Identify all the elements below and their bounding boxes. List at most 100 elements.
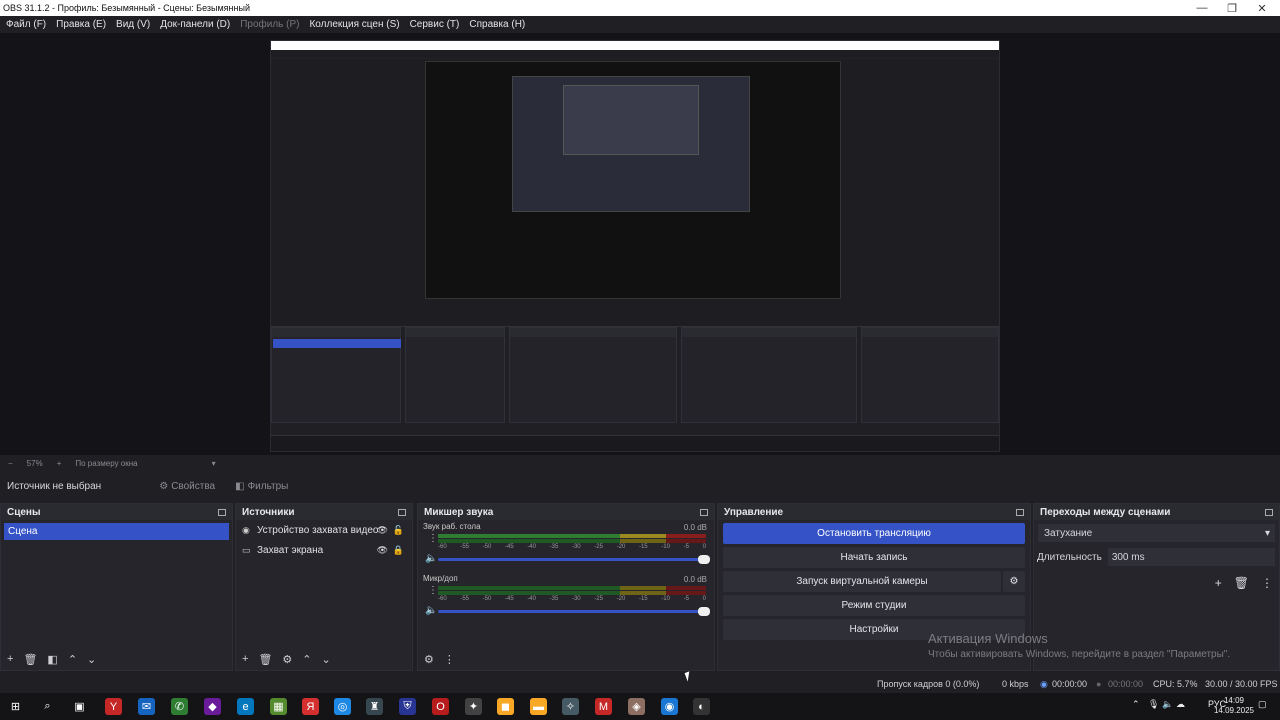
trash-icon[interactable]: 🗑 bbox=[23, 653, 37, 666]
search-icon[interactable]: ⌕ bbox=[39, 698, 56, 715]
scene-item[interactable]: Сцена bbox=[4, 523, 229, 540]
cloud-icon[interactable]: ☁ bbox=[1176, 699, 1185, 710]
trash-icon[interactable]: 🗑 bbox=[1234, 576, 1249, 590]
source-item[interactable]: ▭ Захват экрана 👁 🔒 bbox=[236, 540, 412, 560]
mic-icon[interactable]: 🎙 bbox=[1148, 699, 1159, 710]
stop-stream-button[interactable]: Остановить трансляцию bbox=[723, 523, 1025, 544]
yandex-icon[interactable]: Y bbox=[105, 698, 122, 715]
properties-button[interactable]: ⚙ Свойства bbox=[159, 481, 215, 492]
tray-chevron-icon[interactable]: ⌃ bbox=[1132, 699, 1140, 710]
unlock-icon[interactable]: 🔓 bbox=[393, 525, 404, 536]
app-icon[interactable]: ◈ bbox=[628, 698, 645, 715]
source-item[interactable]: ◉ Устройство захвата видео 👁 🔓 bbox=[236, 520, 412, 540]
move-down-icon[interactable]: ⌄ bbox=[87, 653, 96, 666]
volume-slider-handle[interactable] bbox=[698, 555, 710, 564]
move-down-icon[interactable]: ⌄ bbox=[322, 653, 331, 666]
chevron-down-icon[interactable]: ▾ bbox=[212, 459, 216, 468]
yandex-browser-icon[interactable]: Я bbox=[302, 698, 319, 715]
app-icon[interactable]: ◼ bbox=[497, 698, 514, 715]
preview-nested-canvas bbox=[425, 61, 841, 299]
duration-value: 300 ms bbox=[1111, 551, 1145, 563]
undock-icon[interactable] bbox=[1265, 508, 1273, 516]
start-icon[interactable]: ⊞ bbox=[7, 698, 24, 715]
app-icon[interactable]: M bbox=[595, 698, 612, 715]
app-icon[interactable]: ✧ bbox=[562, 698, 579, 715]
menu-file[interactable]: Файл (F) bbox=[6, 19, 46, 30]
add-icon[interactable]: + bbox=[1215, 576, 1222, 590]
add-icon[interactable]: + bbox=[7, 653, 13, 665]
notification-icon[interactable]: ▢ bbox=[1258, 699, 1267, 710]
outlook-icon[interactable]: ✉ bbox=[138, 698, 155, 715]
preview-nested-dock bbox=[861, 327, 999, 423]
source-item-label: Захват экрана bbox=[257, 544, 324, 556]
more-icon[interactable]: ⋮ bbox=[444, 653, 455, 666]
sources-footer: + 🗑 ⚙ ⌃ ⌄ bbox=[236, 648, 412, 670]
dropped-frames: Пропуск кадров 0 (0.0%) bbox=[877, 679, 980, 689]
virtual-cam-button[interactable]: Запуск виртуальной камеры bbox=[723, 571, 1001, 592]
mixer-title: Микшер звука bbox=[424, 506, 494, 518]
more-icon[interactable]: ⋮ bbox=[428, 585, 438, 596]
game-icon[interactable]: ◆ bbox=[204, 698, 221, 715]
undock-icon[interactable] bbox=[218, 508, 226, 516]
move-up-icon[interactable]: ⌃ bbox=[68, 653, 77, 666]
duration-field[interactable]: 300 ms bbox=[1107, 548, 1275, 566]
zoom-out-button[interactable]: − bbox=[8, 459, 13, 468]
trash-icon[interactable]: 🗑 bbox=[258, 653, 272, 666]
speaker-icon[interactable]: 🔈 bbox=[425, 553, 437, 564]
chrome-icon[interactable]: ◎ bbox=[334, 698, 351, 715]
studio-mode-button[interactable]: Режим студии bbox=[723, 595, 1025, 616]
volume-slider[interactable] bbox=[438, 607, 710, 616]
menu-tools[interactable]: Сервис (T) bbox=[410, 19, 460, 30]
filters-button[interactable]: ◧ Фильтры bbox=[235, 481, 288, 492]
menu-docks[interactable]: Док-панели (D) bbox=[160, 19, 230, 30]
chrome-icon[interactable]: ◉ bbox=[661, 698, 678, 715]
edge-icon[interactable]: e bbox=[237, 698, 254, 715]
watermark-text: Чтобы активировать Windows, перейдите в … bbox=[928, 649, 1231, 660]
zoom-in-button[interactable]: + bbox=[57, 459, 62, 468]
preview-nested-inner bbox=[512, 76, 750, 212]
gear-icon[interactable]: ⚙ bbox=[1003, 571, 1025, 592]
gear-icon[interactable]: ⚙ bbox=[282, 653, 292, 666]
close-button[interactable]: ✕ bbox=[1247, 0, 1277, 16]
filter-icon[interactable]: ◧ bbox=[47, 653, 57, 666]
minecraft-icon[interactable]: ▦ bbox=[270, 698, 287, 715]
eye-icon[interactable]: 👁 bbox=[377, 525, 388, 536]
preview-canvas[interactable] bbox=[270, 40, 1000, 452]
move-up-icon[interactable]: ⌃ bbox=[302, 653, 311, 666]
opera-icon[interactable]: O bbox=[432, 698, 449, 715]
add-icon[interactable]: + bbox=[242, 653, 248, 665]
menu-scene-collection[interactable]: Коллекция сцен (S) bbox=[309, 19, 399, 30]
mixer-settings-icon[interactable]: ⚙ bbox=[424, 653, 434, 666]
steam-icon[interactable]: ✦ bbox=[465, 698, 482, 715]
obs-icon[interactable]: ◐ bbox=[693, 698, 710, 715]
whatsapp-icon[interactable]: ✆ bbox=[171, 698, 188, 715]
clock[interactable]: 14:09 14.09.2025 bbox=[1214, 696, 1254, 716]
app-icon[interactable]: ♜ bbox=[366, 698, 383, 715]
eye-icon[interactable]: 👁 bbox=[377, 545, 388, 556]
preview-area[interactable] bbox=[0, 33, 1280, 455]
maximize-button[interactable]: ❐ bbox=[1217, 0, 1247, 16]
menu-edit[interactable]: Правка (E) bbox=[56, 19, 106, 30]
transitions-dock-header: Переходы между сценами bbox=[1034, 504, 1279, 520]
volume-slider[interactable] bbox=[438, 555, 710, 564]
monitor-icon: ▭ bbox=[242, 544, 251, 555]
more-icon[interactable]: ⋮ bbox=[1261, 576, 1273, 590]
undock-icon[interactable] bbox=[1016, 508, 1024, 516]
start-record-button[interactable]: Начать запись bbox=[723, 547, 1025, 568]
transition-select[interactable]: Затухание ▾ bbox=[1038, 524, 1275, 542]
undock-icon[interactable] bbox=[700, 508, 708, 516]
menu-view[interactable]: Вид (V) bbox=[116, 19, 150, 30]
undock-icon[interactable] bbox=[398, 508, 406, 516]
volume-slider-handle[interactable] bbox=[698, 607, 710, 616]
minimize-button[interactable]: — bbox=[1187, 0, 1217, 16]
bitrate: 0 kbps bbox=[1002, 679, 1029, 689]
lock-icon[interactable]: 🔒 bbox=[393, 545, 404, 556]
folder-icon[interactable]: ▬ bbox=[530, 698, 547, 715]
menu-help[interactable]: Справка (H) bbox=[469, 19, 525, 30]
speaker-icon[interactable]: 🔈 bbox=[1162, 699, 1173, 710]
speaker-icon[interactable]: 🔈 bbox=[425, 605, 437, 616]
task-view-icon[interactable]: ▣ bbox=[71, 698, 88, 715]
zoom-mode-select[interactable]: По размеру окна bbox=[75, 459, 137, 468]
more-icon[interactable]: ⋮ bbox=[428, 533, 438, 544]
shield-icon[interactable]: ⛨ bbox=[399, 698, 416, 715]
